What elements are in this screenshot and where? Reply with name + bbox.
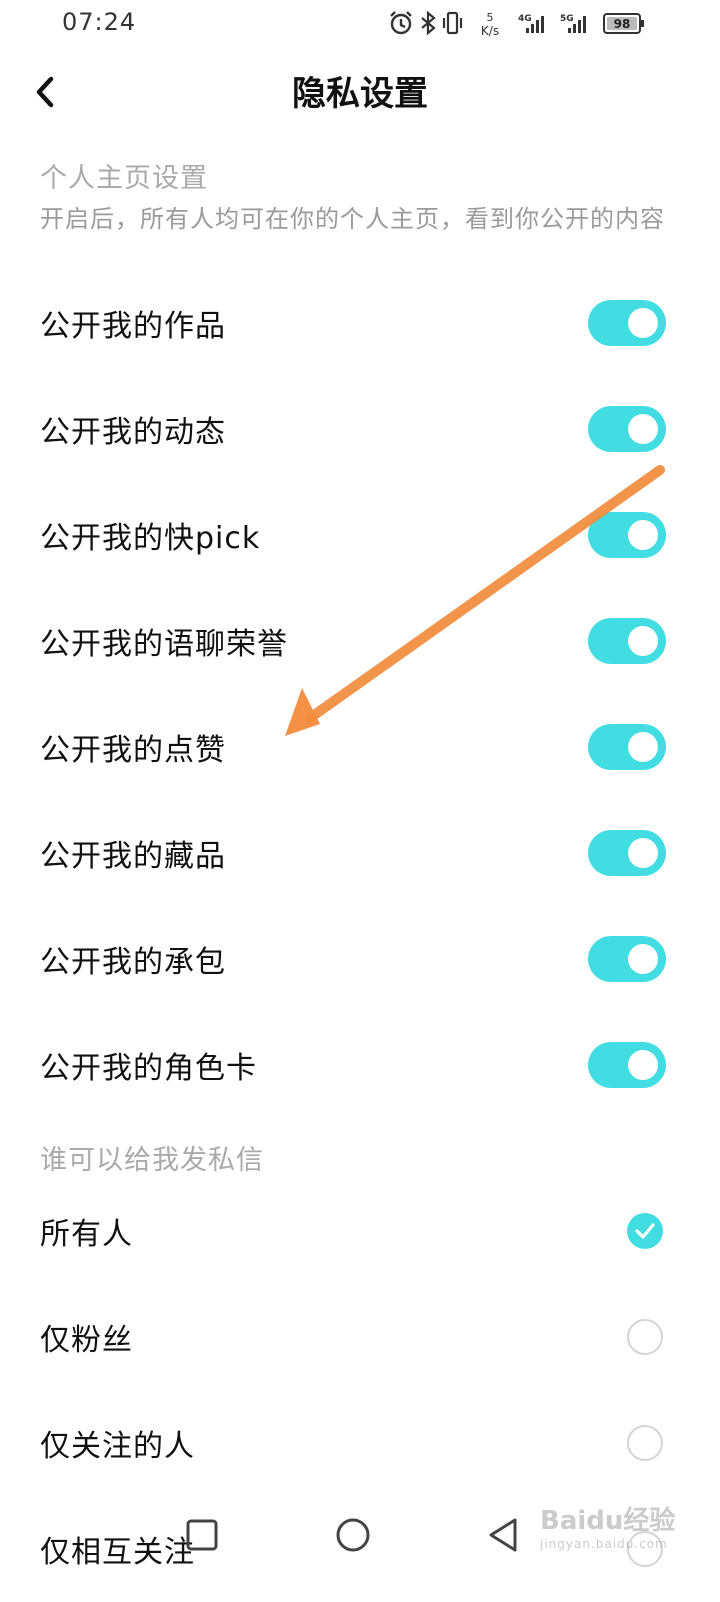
section-title-profile: 个人主页设置 xyxy=(40,163,208,194)
alarm-icon xyxy=(390,11,412,35)
toggle-label: 公开我的语聊荣誉 xyxy=(40,627,288,662)
toggle-knob xyxy=(628,838,658,868)
toggle-row: 公开我的角色卡 xyxy=(0,1012,720,1118)
radio-unchecked[interactable] xyxy=(627,1425,663,1461)
home-icon xyxy=(336,1518,370,1552)
toggle-knob xyxy=(628,520,658,550)
toggle-knob xyxy=(628,732,658,762)
watermark-url: jingyan.baidu.com xyxy=(540,1537,668,1551)
toggle-switch[interactable] xyxy=(588,936,666,982)
toggle-switch[interactable] xyxy=(588,618,666,664)
toggle-row: 公开我的动态 xyxy=(0,376,720,482)
toggle-row: 公开我的点赞 xyxy=(0,694,720,800)
page-title: 隐私设置 xyxy=(292,74,428,114)
toggle-label: 公开我的角色卡 xyxy=(40,1051,257,1086)
toggle-row: 公开我的承包 xyxy=(0,906,720,1012)
toggle-label: 公开我的作品 xyxy=(40,309,226,344)
toggle-label: 公开我的承包 xyxy=(40,945,226,980)
sim2-type: 5G xyxy=(560,14,574,24)
toggle-knob xyxy=(628,308,658,338)
message-option-row[interactable]: 所有人 xyxy=(0,1178,720,1284)
toggle-label: 公开我的藏品 xyxy=(40,839,226,874)
toggle-label: 公开我的动态 xyxy=(40,415,226,450)
net-speed-value: 5 xyxy=(487,11,494,24)
header: 隐私设置 xyxy=(0,52,720,138)
toggle-row: 公开我的作品 xyxy=(0,270,720,376)
toggle-knob xyxy=(628,414,658,444)
radio-checked[interactable] xyxy=(627,1213,663,1249)
toggle-knob xyxy=(628,1050,658,1080)
bluetooth-icon xyxy=(421,10,436,36)
toggle-row: 公开我的快pick xyxy=(0,482,720,588)
toggle-switch[interactable] xyxy=(588,1042,666,1088)
message-option-row[interactable]: 仅粉丝 xyxy=(0,1284,720,1390)
battery-level: 98 xyxy=(614,17,631,31)
status-time: 07:24 xyxy=(62,8,137,36)
radio-unchecked[interactable] xyxy=(627,1319,663,1355)
toggle-knob xyxy=(628,626,658,656)
net-speed-unit: K/s xyxy=(481,24,499,38)
battery-icon: 98 xyxy=(603,13,644,34)
check-icon xyxy=(635,1223,655,1239)
toggle-row: 公开我的藏品 xyxy=(0,800,720,906)
option-label: 所有人 xyxy=(40,1217,133,1252)
recent-apps-button[interactable] xyxy=(177,1510,227,1560)
status-icons: 5 K/s 4G 5G 98 xyxy=(390,10,644,38)
toggle-knob xyxy=(628,944,658,974)
message-option-row[interactable]: 仅关注的人 xyxy=(0,1390,720,1496)
back-nav-button[interactable] xyxy=(478,1510,528,1560)
toggle-switch[interactable] xyxy=(588,406,666,452)
sim1-type: 4G xyxy=(518,14,532,24)
baidu-watermark: Baidu经验 jingyan.baidu.com xyxy=(540,1500,675,1551)
toggle-label: 公开我的快pick xyxy=(40,521,261,556)
status-bar: 07:24 5 K/s 4G 5G 98 xyxy=(0,0,720,52)
home-button[interactable] xyxy=(328,1510,378,1560)
option-label: 仅粉丝 xyxy=(40,1323,133,1358)
section-title-messages: 谁可以给我发私信 xyxy=(40,1145,264,1176)
toggle-switch[interactable] xyxy=(588,724,666,770)
toggle-switch[interactable] xyxy=(588,830,666,876)
watermark-brand: Baidu经验 xyxy=(540,1506,676,1536)
recent-apps-icon xyxy=(186,1519,218,1551)
toggle-label: 公开我的点赞 xyxy=(40,733,226,768)
toggle-switch[interactable] xyxy=(588,300,666,346)
section-description: 开启后，所有人均可在你的个人主页，看到你公开的内容 xyxy=(40,205,665,233)
back-triangle-icon xyxy=(489,1518,517,1552)
option-label: 仅关注的人 xyxy=(40,1429,195,1464)
toggle-switch[interactable] xyxy=(588,512,666,558)
toggle-row: 公开我的语聊荣誉 xyxy=(0,588,720,694)
vibrate-icon xyxy=(442,11,463,35)
